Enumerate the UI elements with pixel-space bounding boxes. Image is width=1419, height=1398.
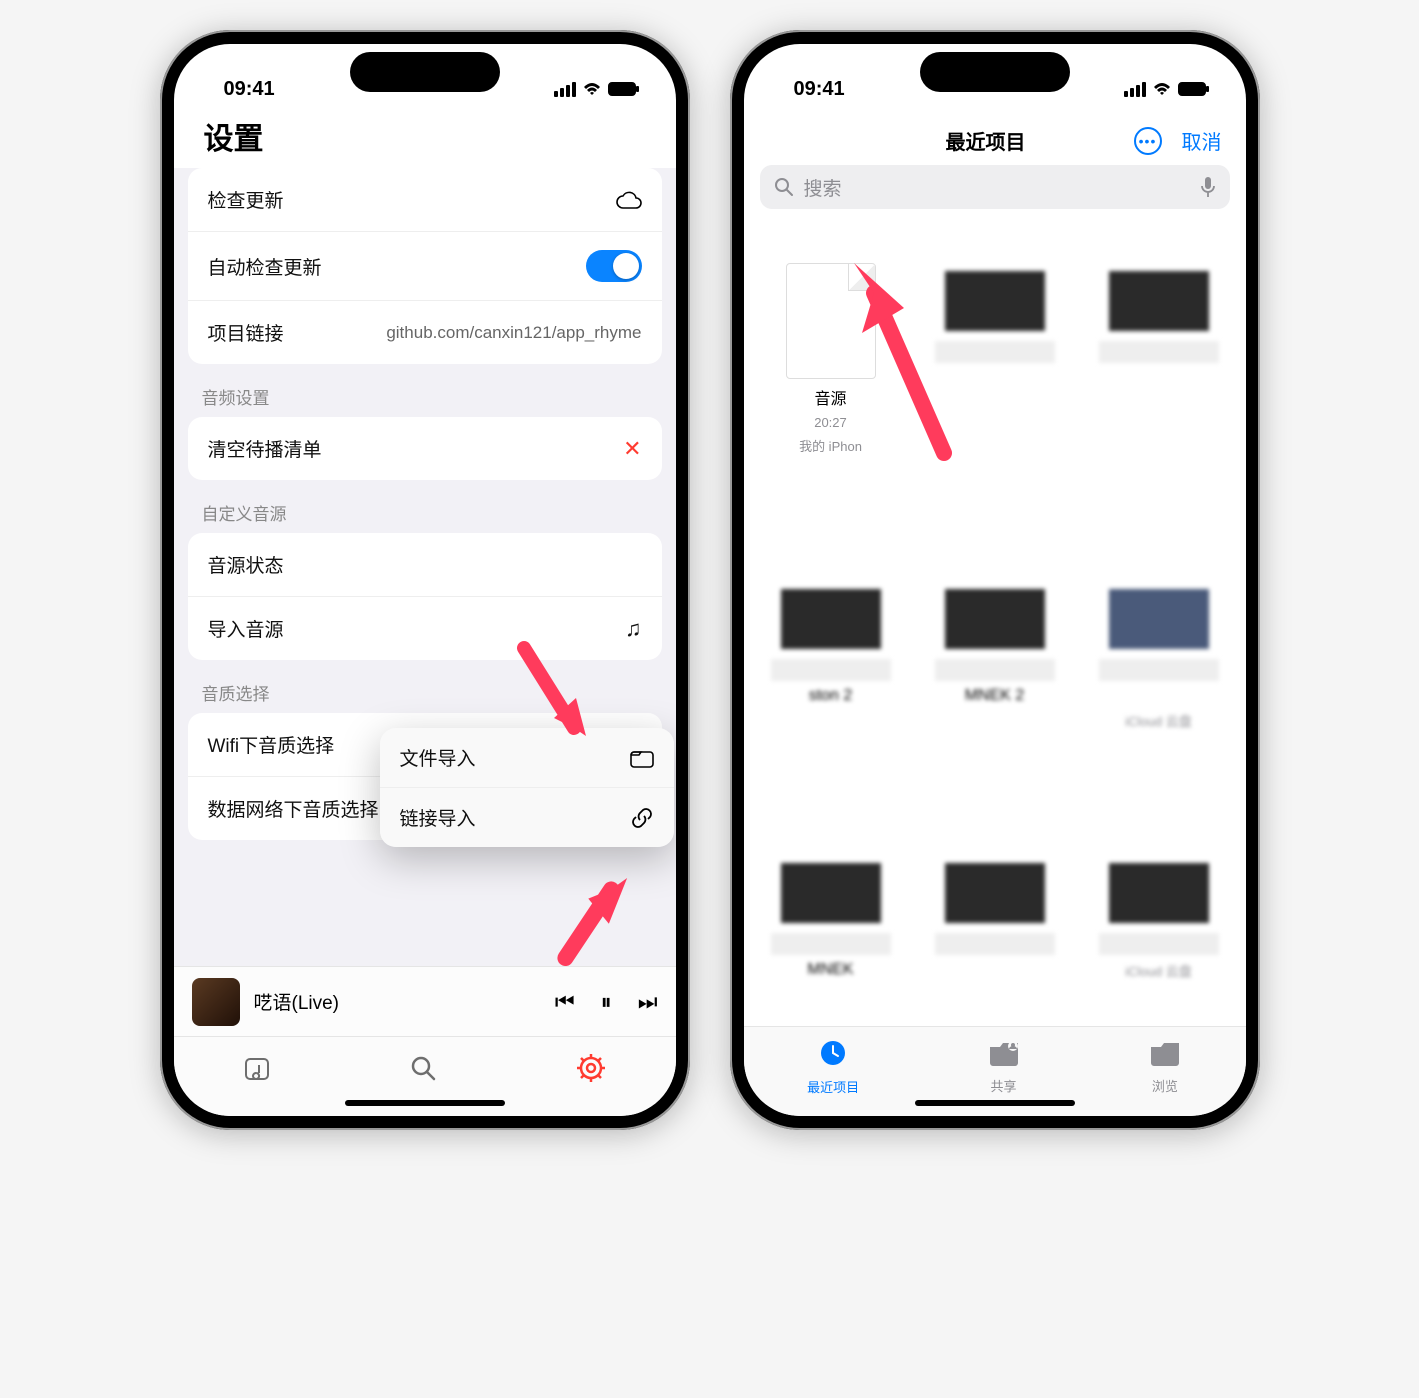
- search-input[interactable]: 搜索: [760, 165, 1230, 209]
- tab-label: 浏览: [1152, 1076, 1178, 1095]
- file-time: 20:27: [814, 415, 847, 430]
- folder-icon: [1148, 1039, 1182, 1072]
- file-location: iCloud 云盘: [1125, 711, 1191, 730]
- phone-frame-right: 09:41 最近项目 ••• 取消 搜索 音源: [730, 30, 1260, 1130]
- row-check-update[interactable]: 检查更新: [188, 168, 662, 232]
- file-thumbnail: [1099, 581, 1219, 681]
- tab-search[interactable]: [408, 1053, 438, 1091]
- cloud-icon: [616, 191, 642, 209]
- cellular-icon: [1124, 82, 1146, 97]
- microphone-icon[interactable]: [1200, 176, 1216, 198]
- row-label: 清空待播清单: [208, 435, 322, 462]
- files-header: 最近项目 ••• 取消: [744, 114, 1246, 165]
- tab-label: 最近项目: [807, 1077, 859, 1096]
- row-label: 音源状态: [208, 551, 284, 578]
- file-item[interactable]: iCloud 云盘: [1092, 581, 1226, 776]
- file-name: MNEK: [807, 961, 853, 979]
- battery-icon: [608, 82, 636, 96]
- clock-icon: [818, 1038, 848, 1073]
- next-icon[interactable]: ⏭: [638, 989, 658, 1015]
- status-time: 09:41: [224, 78, 275, 101]
- file-item[interactable]: MNEK 2: [928, 581, 1062, 776]
- annotation-arrow: [844, 253, 964, 478]
- row-value: github.com/canxin121/app_rhyme: [386, 323, 641, 343]
- tab-label: 共享: [990, 1076, 1016, 1095]
- file-item[interactable]: [928, 855, 1062, 1026]
- battery-icon: [1178, 82, 1206, 96]
- section-audio-settings: 音频设置: [188, 364, 662, 417]
- file-name: ston 2: [809, 687, 853, 705]
- wifi-icon: [582, 82, 602, 97]
- cellular-icon: [554, 82, 576, 97]
- row-label: 项目链接: [208, 319, 284, 346]
- music-library-icon: [242, 1053, 272, 1083]
- album-artwork: [192, 978, 240, 1026]
- search-icon: [774, 177, 794, 197]
- mini-player[interactable]: 呓语(Live) ⏮ ⏸ ⏭: [174, 966, 676, 1036]
- tab-shared[interactable]: 共享: [987, 1039, 1021, 1095]
- row-label: 导入音源: [208, 615, 284, 642]
- link-icon: [630, 806, 654, 830]
- row-label: 数据网络下音质选择: [208, 795, 379, 822]
- file-item[interactable]: ston 2: [764, 581, 898, 776]
- dynamic-island: [920, 52, 1070, 92]
- status-time: 09:41: [794, 78, 845, 101]
- header-title: 最近项目: [838, 126, 1134, 155]
- toggle-on[interactable]: [586, 250, 642, 282]
- cancel-button[interactable]: 取消: [1182, 126, 1222, 155]
- tab-browse[interactable]: 浏览: [1148, 1039, 1182, 1095]
- file-thumbnail: [1099, 263, 1219, 363]
- row-label: Wifi下音质选择: [208, 731, 335, 758]
- dynamic-island: [350, 52, 500, 92]
- file-item[interactable]: MNEK: [764, 855, 898, 1026]
- file-item[interactable]: iCloud 云盘: [1092, 855, 1226, 1026]
- page-title: 设置: [174, 114, 676, 168]
- phone-frame-left: 09:41 设置 检查更新 自动检查更新 项目链接 git: [160, 30, 690, 1130]
- shared-folder-icon: [987, 1039, 1021, 1072]
- search-icon: [408, 1053, 438, 1083]
- tab-settings[interactable]: [575, 1052, 607, 1092]
- file-location: iCloud 云盘: [1125, 961, 1191, 980]
- annotation-arrow: [554, 858, 634, 966]
- file-name: MNEK 2: [965, 687, 1025, 705]
- row-label: 检查更新: [208, 186, 284, 213]
- files-grid: 音源 20:27 我的 iPhon ston 2: [744, 223, 1246, 1026]
- row-clear-queue[interactable]: 清空待播清单 ✕: [188, 417, 662, 480]
- file-thumbnail: [1099, 855, 1219, 955]
- wifi-icon: [1152, 82, 1172, 97]
- music-note-icon: ♫: [625, 616, 642, 642]
- previous-icon[interactable]: ⏮: [555, 989, 575, 1015]
- annotation-arrow: [514, 638, 594, 763]
- gear-icon: [575, 1052, 607, 1084]
- section-custom-source: 自定义音源: [188, 480, 662, 533]
- more-options-icon[interactable]: •••: [1134, 127, 1162, 155]
- pause-icon[interactable]: ⏸: [601, 989, 612, 1015]
- row-source-status[interactable]: 音源状态: [188, 533, 662, 597]
- tab-recents[interactable]: 最近项目: [807, 1038, 859, 1096]
- home-indicator[interactable]: [915, 1100, 1075, 1106]
- file-thumbnail: [935, 855, 1055, 955]
- file-name: 音源: [814, 385, 846, 409]
- home-indicator[interactable]: [345, 1100, 505, 1106]
- file-thumbnail: [935, 581, 1055, 681]
- file-thumbnail: [771, 581, 891, 681]
- popover-link-import[interactable]: 链接导入: [380, 788, 674, 847]
- file-thumbnail: [771, 855, 891, 955]
- now-playing-title: 呓语(Live): [254, 988, 541, 1015]
- menu-label: 文件导入: [400, 744, 476, 771]
- row-project-link[interactable]: 项目链接 github.com/canxin121/app_rhyme: [188, 301, 662, 364]
- search-placeholder: 搜索: [804, 174, 842, 201]
- close-icon[interactable]: ✕: [623, 436, 641, 462]
- tab-library[interactable]: [242, 1053, 272, 1091]
- menu-label: 链接导入: [400, 804, 476, 831]
- folder-icon: [630, 748, 654, 768]
- row-label: 自动检查更新: [208, 253, 322, 280]
- file-item[interactable]: [1092, 263, 1226, 501]
- row-auto-check-update[interactable]: 自动检查更新: [188, 232, 662, 301]
